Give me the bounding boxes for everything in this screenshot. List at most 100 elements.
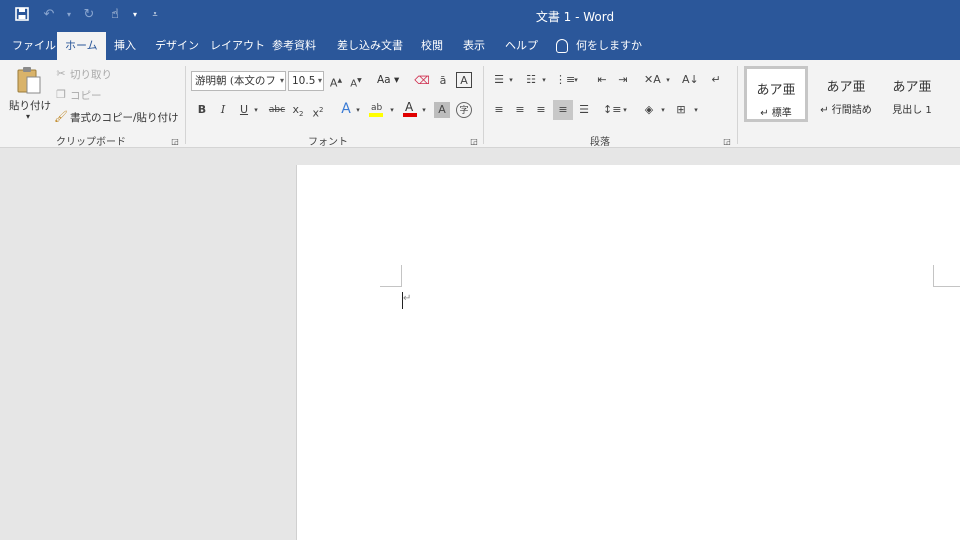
- subscript-icon[interactable]: x2: [290, 102, 306, 118]
- group-separator: [737, 66, 738, 144]
- font-color-dropdown-icon[interactable]: ▾: [420, 102, 428, 118]
- multilevel-list-icon[interactable]: ⋮≡: [555, 72, 575, 88]
- tab-mailings[interactable]: 差し込み文書: [329, 32, 411, 60]
- borders-dropdown-icon[interactable]: ▾: [692, 102, 700, 118]
- increase-indent-icon[interactable]: ⇥: [615, 72, 631, 88]
- window-title: 文書 1 - Word: [535, 10, 615, 24]
- underline-icon[interactable]: U: [236, 102, 252, 118]
- bullets-icon[interactable]: ☰: [491, 72, 507, 88]
- asian-layout-dropdown-icon[interactable]: ▾: [664, 72, 672, 88]
- tab-file[interactable]: ファイル: [4, 32, 64, 60]
- style-name: ↵ 標準: [760, 108, 792, 119]
- tab-insert[interactable]: 挿入: [106, 32, 144, 60]
- change-case-button[interactable]: Aa ▾: [377, 74, 399, 86]
- cut-button[interactable]: 切り取り: [70, 67, 112, 82]
- clipboard-launcher-icon[interactable]: ◲: [170, 134, 180, 150]
- font-name-combo[interactable]: 游明朝 (本文のフ ▾: [191, 71, 286, 91]
- lightbulb-icon: [556, 39, 568, 53]
- copy-icon: ❐: [56, 88, 66, 101]
- paragraph-launcher-icon[interactable]: ◲: [722, 134, 732, 150]
- crop-mark: [401, 265, 402, 287]
- tab-references[interactable]: 参考資料: [264, 32, 324, 60]
- crop-mark: [933, 286, 960, 287]
- scissors-icon: ✂: [56, 67, 66, 80]
- font-color-icon[interactable]: A: [402, 100, 418, 117]
- highlight-icon[interactable]: ab: [368, 100, 384, 117]
- decrease-indent-icon[interactable]: ⇤: [594, 72, 610, 88]
- line-spacing-icon[interactable]: ↕≡: [603, 102, 621, 118]
- distributed-icon[interactable]: ☰: [576, 102, 592, 118]
- enclose-characters-icon[interactable]: 字: [456, 102, 472, 118]
- style-sample: あア亜: [826, 80, 866, 95]
- tell-me-box[interactable]: 何をしますか: [556, 32, 642, 60]
- borders-icon[interactable]: ⊞: [673, 102, 689, 118]
- align-center-icon[interactable]: ≡: [512, 102, 528, 118]
- paragraph-group-label: 段落: [590, 137, 610, 148]
- character-border-icon[interactable]: A: [456, 72, 472, 88]
- numbering-icon[interactable]: ☷: [523, 72, 539, 88]
- style-no-spacing[interactable]: あア亜 ↵ 行間詰め: [814, 66, 878, 122]
- superscript-icon[interactable]: x2: [310, 102, 326, 120]
- svg-text:A: A: [405, 100, 414, 114]
- shrink-font-icon[interactable]: A▼: [348, 73, 364, 89]
- format-painter-button[interactable]: 書式のコピー/貼り付け: [70, 110, 179, 125]
- align-right-icon[interactable]: ≡: [533, 102, 549, 118]
- align-left-icon[interactable]: ≡: [491, 102, 507, 118]
- group-separator: [483, 66, 484, 144]
- text-effects-dropdown-icon[interactable]: ▾: [354, 102, 362, 118]
- tab-design[interactable]: デザイン: [147, 32, 207, 60]
- clipboard-group-label: クリップボード: [56, 137, 126, 148]
- style-name: ↵ 行間詰め: [820, 105, 872, 116]
- style-name: 見出し 1: [892, 105, 932, 116]
- shading-dropdown-icon[interactable]: ▾: [659, 102, 667, 118]
- highlight-dropdown-icon[interactable]: ▾: [388, 102, 396, 118]
- ribbon-tabs: ファイル ホーム 挿入 デザイン レイアウト 参考資料 差し込み文書 校閲 表示…: [0, 32, 960, 60]
- tab-home[interactable]: ホーム: [57, 32, 106, 60]
- paste-icon: [17, 67, 41, 94]
- tab-help[interactable]: ヘルプ: [497, 32, 546, 60]
- font-size-combo[interactable]: 10.5 ▾: [288, 71, 324, 91]
- tab-review[interactable]: 校閲: [413, 32, 451, 60]
- paste-label: 貼り付け: [9, 100, 51, 112]
- chevron-down-icon: ▾: [279, 76, 284, 85]
- title-bar: ↶ ▾ ↻ ☝ ▾ ⩡ 文書 1 - Word: [0, 0, 960, 32]
- style-sample: あア亜: [892, 80, 932, 95]
- tell-me-label: 何をしますか: [576, 39, 642, 52]
- paste-button[interactable]: 貼り付け ▾: [8, 66, 51, 128]
- copy-button[interactable]: コピー: [70, 88, 102, 103]
- grow-font-icon[interactable]: A▲: [328, 73, 344, 90]
- tab-view[interactable]: 表示: [455, 32, 493, 60]
- character-shading-icon[interactable]: A: [434, 102, 450, 118]
- phonetic-guide-icon[interactable]: ā: [435, 73, 451, 89]
- shading-icon[interactable]: ◈: [641, 102, 657, 118]
- multilevel-dropdown-icon[interactable]: ▾: [572, 72, 580, 88]
- line-spacing-dropdown-icon[interactable]: ▾: [621, 102, 629, 118]
- crop-mark: [380, 286, 402, 287]
- document-background: [0, 149, 295, 540]
- font-size-value: 10.5: [292, 75, 316, 87]
- group-separator: [185, 66, 186, 144]
- style-normal[interactable]: あア亜 ↵ 標準: [744, 66, 808, 122]
- underline-dropdown-icon[interactable]: ▾: [252, 102, 260, 118]
- paste-dropdown-icon[interactable]: ▾: [26, 112, 30, 121]
- change-case-label: Aa: [377, 74, 391, 86]
- bullets-dropdown-icon[interactable]: ▾: [507, 72, 515, 88]
- sort-icon[interactable]: A↓: [682, 72, 699, 88]
- format-painter-icon: 🖌: [54, 110, 68, 123]
- paragraph-mark: ↵: [403, 293, 412, 304]
- font-group-label: フォント: [308, 137, 348, 148]
- text-effects-icon[interactable]: A: [338, 101, 354, 117]
- justify-icon[interactable]: ≡: [553, 100, 573, 120]
- show-formatting-marks-icon[interactable]: ↵: [708, 72, 724, 88]
- clear-formatting-icon[interactable]: ⌫: [414, 73, 430, 89]
- font-launcher-icon[interactable]: ◲: [469, 134, 479, 150]
- italic-icon[interactable]: I: [215, 102, 231, 118]
- svg-text:ab: ab: [371, 103, 383, 113]
- tab-layout[interactable]: レイアウト: [202, 32, 273, 60]
- style-heading-1[interactable]: あア亜 見出し 1: [880, 66, 944, 122]
- numbering-dropdown-icon[interactable]: ▾: [540, 72, 548, 88]
- bold-icon[interactable]: B: [194, 102, 210, 118]
- document-page[interactable]: ↵: [296, 165, 960, 540]
- strikethrough-icon[interactable]: abc: [267, 102, 287, 118]
- asian-layout-icon[interactable]: ✕A: [644, 72, 661, 88]
